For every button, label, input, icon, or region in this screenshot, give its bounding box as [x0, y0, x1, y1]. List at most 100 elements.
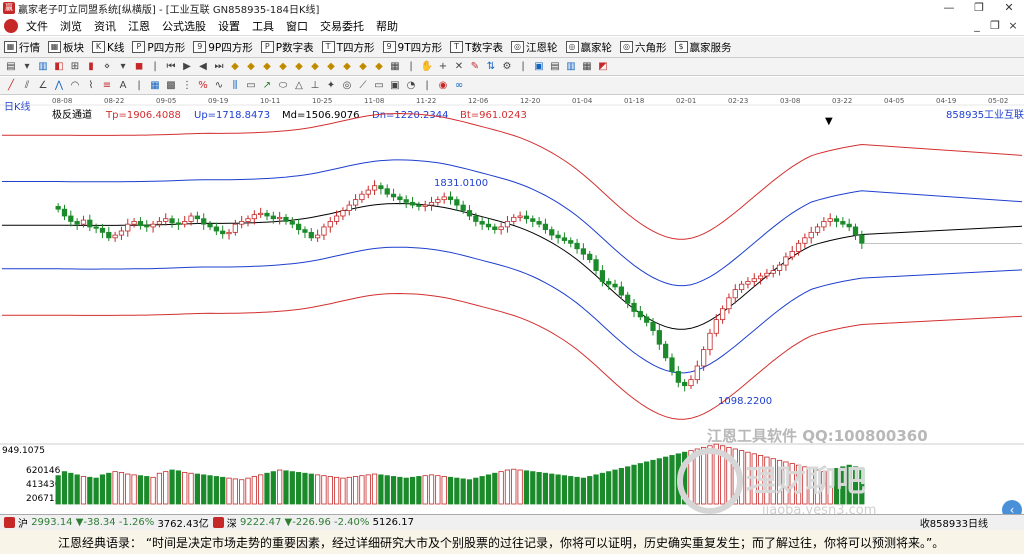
gann-tool-icon[interactable]: ◆	[244, 60, 258, 74]
arc-tool-icon[interactable]: ◠	[68, 79, 82, 93]
toolbar-9t-square-button[interactable]: 9 9T四方形	[379, 40, 447, 55]
spiral-tool-icon[interactable]: ◎	[340, 79, 354, 93]
parallel-tool-icon[interactable]: ⫽	[20, 79, 34, 93]
gann-tool-icon[interactable]: ◆	[260, 60, 274, 74]
menu-tools[interactable]: 工具	[246, 18, 280, 34]
next-icon[interactable]: ▶	[180, 60, 194, 74]
text-tool-icon[interactable]: A	[116, 79, 130, 93]
cross-icon[interactable]: ✕	[452, 60, 466, 74]
wave-tool-icon[interactable]: ∿	[212, 79, 226, 93]
period-tool-icon[interactable]: ⊥	[308, 79, 322, 93]
channel-tool-icon[interactable]: ⫼	[228, 79, 242, 93]
bar-icon[interactable]: ⊞	[68, 60, 82, 74]
color-wheel-icon[interactable]: ◉	[436, 79, 450, 93]
calc-icon[interactable]: ▤	[548, 60, 562, 74]
tool-icon[interactable]: ⚙	[500, 60, 514, 74]
toolbar-service-button[interactable]: $ 赢家服务	[671, 40, 736, 55]
toolbar-sector-button[interactable]: ▦ 板块	[44, 40, 88, 55]
window-icon[interactable]: ▥	[564, 60, 578, 74]
gann-tool-icon[interactable]: ◆	[308, 60, 322, 74]
gann-tool-icon[interactable]: ◆	[276, 60, 290, 74]
toolbar-t-square-button[interactable]: T T四方形	[318, 40, 379, 55]
gann-tool-icon[interactable]: ◆	[372, 60, 386, 74]
menu-info[interactable]: 资讯	[88, 18, 122, 34]
line-tool-icon[interactable]: ╱	[4, 79, 18, 93]
time-zone-icon[interactable]: ⋮	[180, 79, 194, 93]
gann-square-icon[interactable]: ▩	[164, 79, 178, 93]
car-icon[interactable]: ◩	[596, 60, 610, 74]
mdi-close-button[interactable]: ×	[1006, 19, 1020, 32]
toolbar-gann-wheel-button[interactable]: ◎ 江恩轮	[507, 40, 562, 55]
dropdown-icon[interactable]: ▾	[20, 60, 34, 74]
percent-tool-icon[interactable]: %	[196, 79, 210, 93]
ruler-tool-icon[interactable]: ▭	[372, 79, 386, 93]
menu-help[interactable]: 帮助	[370, 18, 404, 34]
arrow-tool-icon[interactable]: ↗	[260, 79, 274, 93]
toolbar-label: 赢家服务	[689, 41, 732, 54]
date-tick: 03-08	[780, 97, 800, 105]
first-icon[interactable]: ⏮	[164, 60, 178, 74]
period-icon[interactable]: ⋄	[100, 60, 114, 74]
pie-tool-icon[interactable]: ◔	[404, 79, 418, 93]
box-tool-icon[interactable]: ▭	[244, 79, 258, 93]
index-sz[interactable]: 深 9222.47 ▼-226.96 -2.40% 5126.17	[212, 515, 414, 530]
fib-tool-icon[interactable]: ≡	[100, 79, 114, 93]
stamp-tool-icon[interactable]: ▣	[388, 79, 402, 93]
kline-type-icon[interactable]: ▮	[84, 60, 98, 74]
toolbar-winner-wheel-button[interactable]: ◎ 赢家轮	[562, 40, 617, 55]
toolbar-hexagon-button[interactable]: ◎ 六角形	[616, 40, 671, 55]
index-sh[interactable]: 沪 2993.14 ▼-38.34 -1.26% 3762.43亿	[4, 515, 209, 530]
menu-file[interactable]: 文件	[20, 18, 54, 34]
fan-tool-icon[interactable]: ⋀	[52, 79, 66, 93]
volume-bar	[384, 475, 390, 505]
grid-tool-icon[interactable]: ▦	[148, 79, 162, 93]
toolbar-quotes-button[interactable]: ▦ 行情	[0, 40, 44, 55]
prev-icon[interactable]: ◀	[196, 60, 210, 74]
toolbar-t-table-button[interactable]: T T数字表	[446, 40, 507, 55]
print-icon[interactable]: ▦	[580, 60, 594, 74]
mark-icon[interactable]: ◼	[132, 60, 146, 74]
cycle-tool-icon[interactable]: ⌇	[84, 79, 98, 93]
crosshair-icon[interactable]: +	[436, 60, 450, 74]
gann-tool-icon[interactable]: ◆	[228, 60, 242, 74]
sort-icon[interactable]: ⇅	[484, 60, 498, 74]
ellipse-tool-icon[interactable]: ⬭	[276, 79, 290, 93]
infinity-icon[interactable]: ∞	[452, 79, 466, 93]
gann-tool-icon[interactable]: ◆	[340, 60, 354, 74]
last-icon[interactable]: ⏭	[212, 60, 226, 74]
mdi-minimize-button[interactable]: _	[970, 19, 984, 32]
mdi-restore-button[interactable]: ❐	[988, 19, 1002, 32]
menu-trade[interactable]: 交易委托	[314, 18, 370, 34]
menu-browse[interactable]: 浏览	[54, 18, 88, 34]
menu-formula[interactable]: 公式选股	[156, 18, 212, 34]
angle-tool-icon[interactable]: ∠	[36, 79, 50, 93]
save-icon[interactable]: ▣	[532, 60, 546, 74]
gann-tool-icon[interactable]: ◆	[292, 60, 306, 74]
triangle-tool-icon[interactable]: △	[292, 79, 306, 93]
menu-settings[interactable]: 设置	[212, 18, 246, 34]
menu-window[interactable]: 窗口	[280, 18, 314, 34]
maximize-button[interactable]: ❐	[964, 0, 994, 16]
chart-icon[interactable]: ▥	[36, 60, 50, 74]
minimize-button[interactable]: —	[934, 0, 964, 16]
toolbar-kline-button[interactable]: K K线	[88, 40, 128, 55]
edit-icon[interactable]: ✎	[468, 60, 482, 74]
gann-tool-icon[interactable]: ◆	[356, 60, 370, 74]
menu-gann[interactable]: 江恩	[122, 18, 156, 34]
chart-area[interactable]: 日K线 08-08 08-22 09-05 09-19 10-11 10-25 11-08 1…	[0, 96, 1024, 520]
regression-tool-icon[interactable]: ⟋	[356, 79, 370, 93]
toolbar-9p-square-button[interactable]: 9 9P四方形	[189, 40, 257, 55]
close-button[interactable]: ✕	[994, 0, 1024, 16]
candle	[321, 226, 327, 236]
grid-tool-icon[interactable]: ▦	[388, 60, 402, 74]
toolbar-p-table-button[interactable]: P P数字表	[257, 40, 318, 55]
cursor-icon[interactable]: ▤	[4, 60, 18, 74]
scroll-marker-icon[interactable]: ▼	[825, 116, 833, 127]
toolbar-p-square-button[interactable]: P P四方形	[128, 40, 189, 55]
hand-icon[interactable]: ✋	[420, 60, 434, 74]
dropdown-icon[interactable]: ▾	[116, 60, 130, 74]
kline-chart[interactable]: 日K线 08-08 08-22 09-05 09-19 10-11 10-25 11-08 1…	[0, 96, 1024, 518]
gann-tool-icon[interactable]: ◆	[324, 60, 338, 74]
star-tool-icon[interactable]: ✦	[324, 79, 338, 93]
zoom-icon[interactable]: ◧	[52, 60, 66, 74]
